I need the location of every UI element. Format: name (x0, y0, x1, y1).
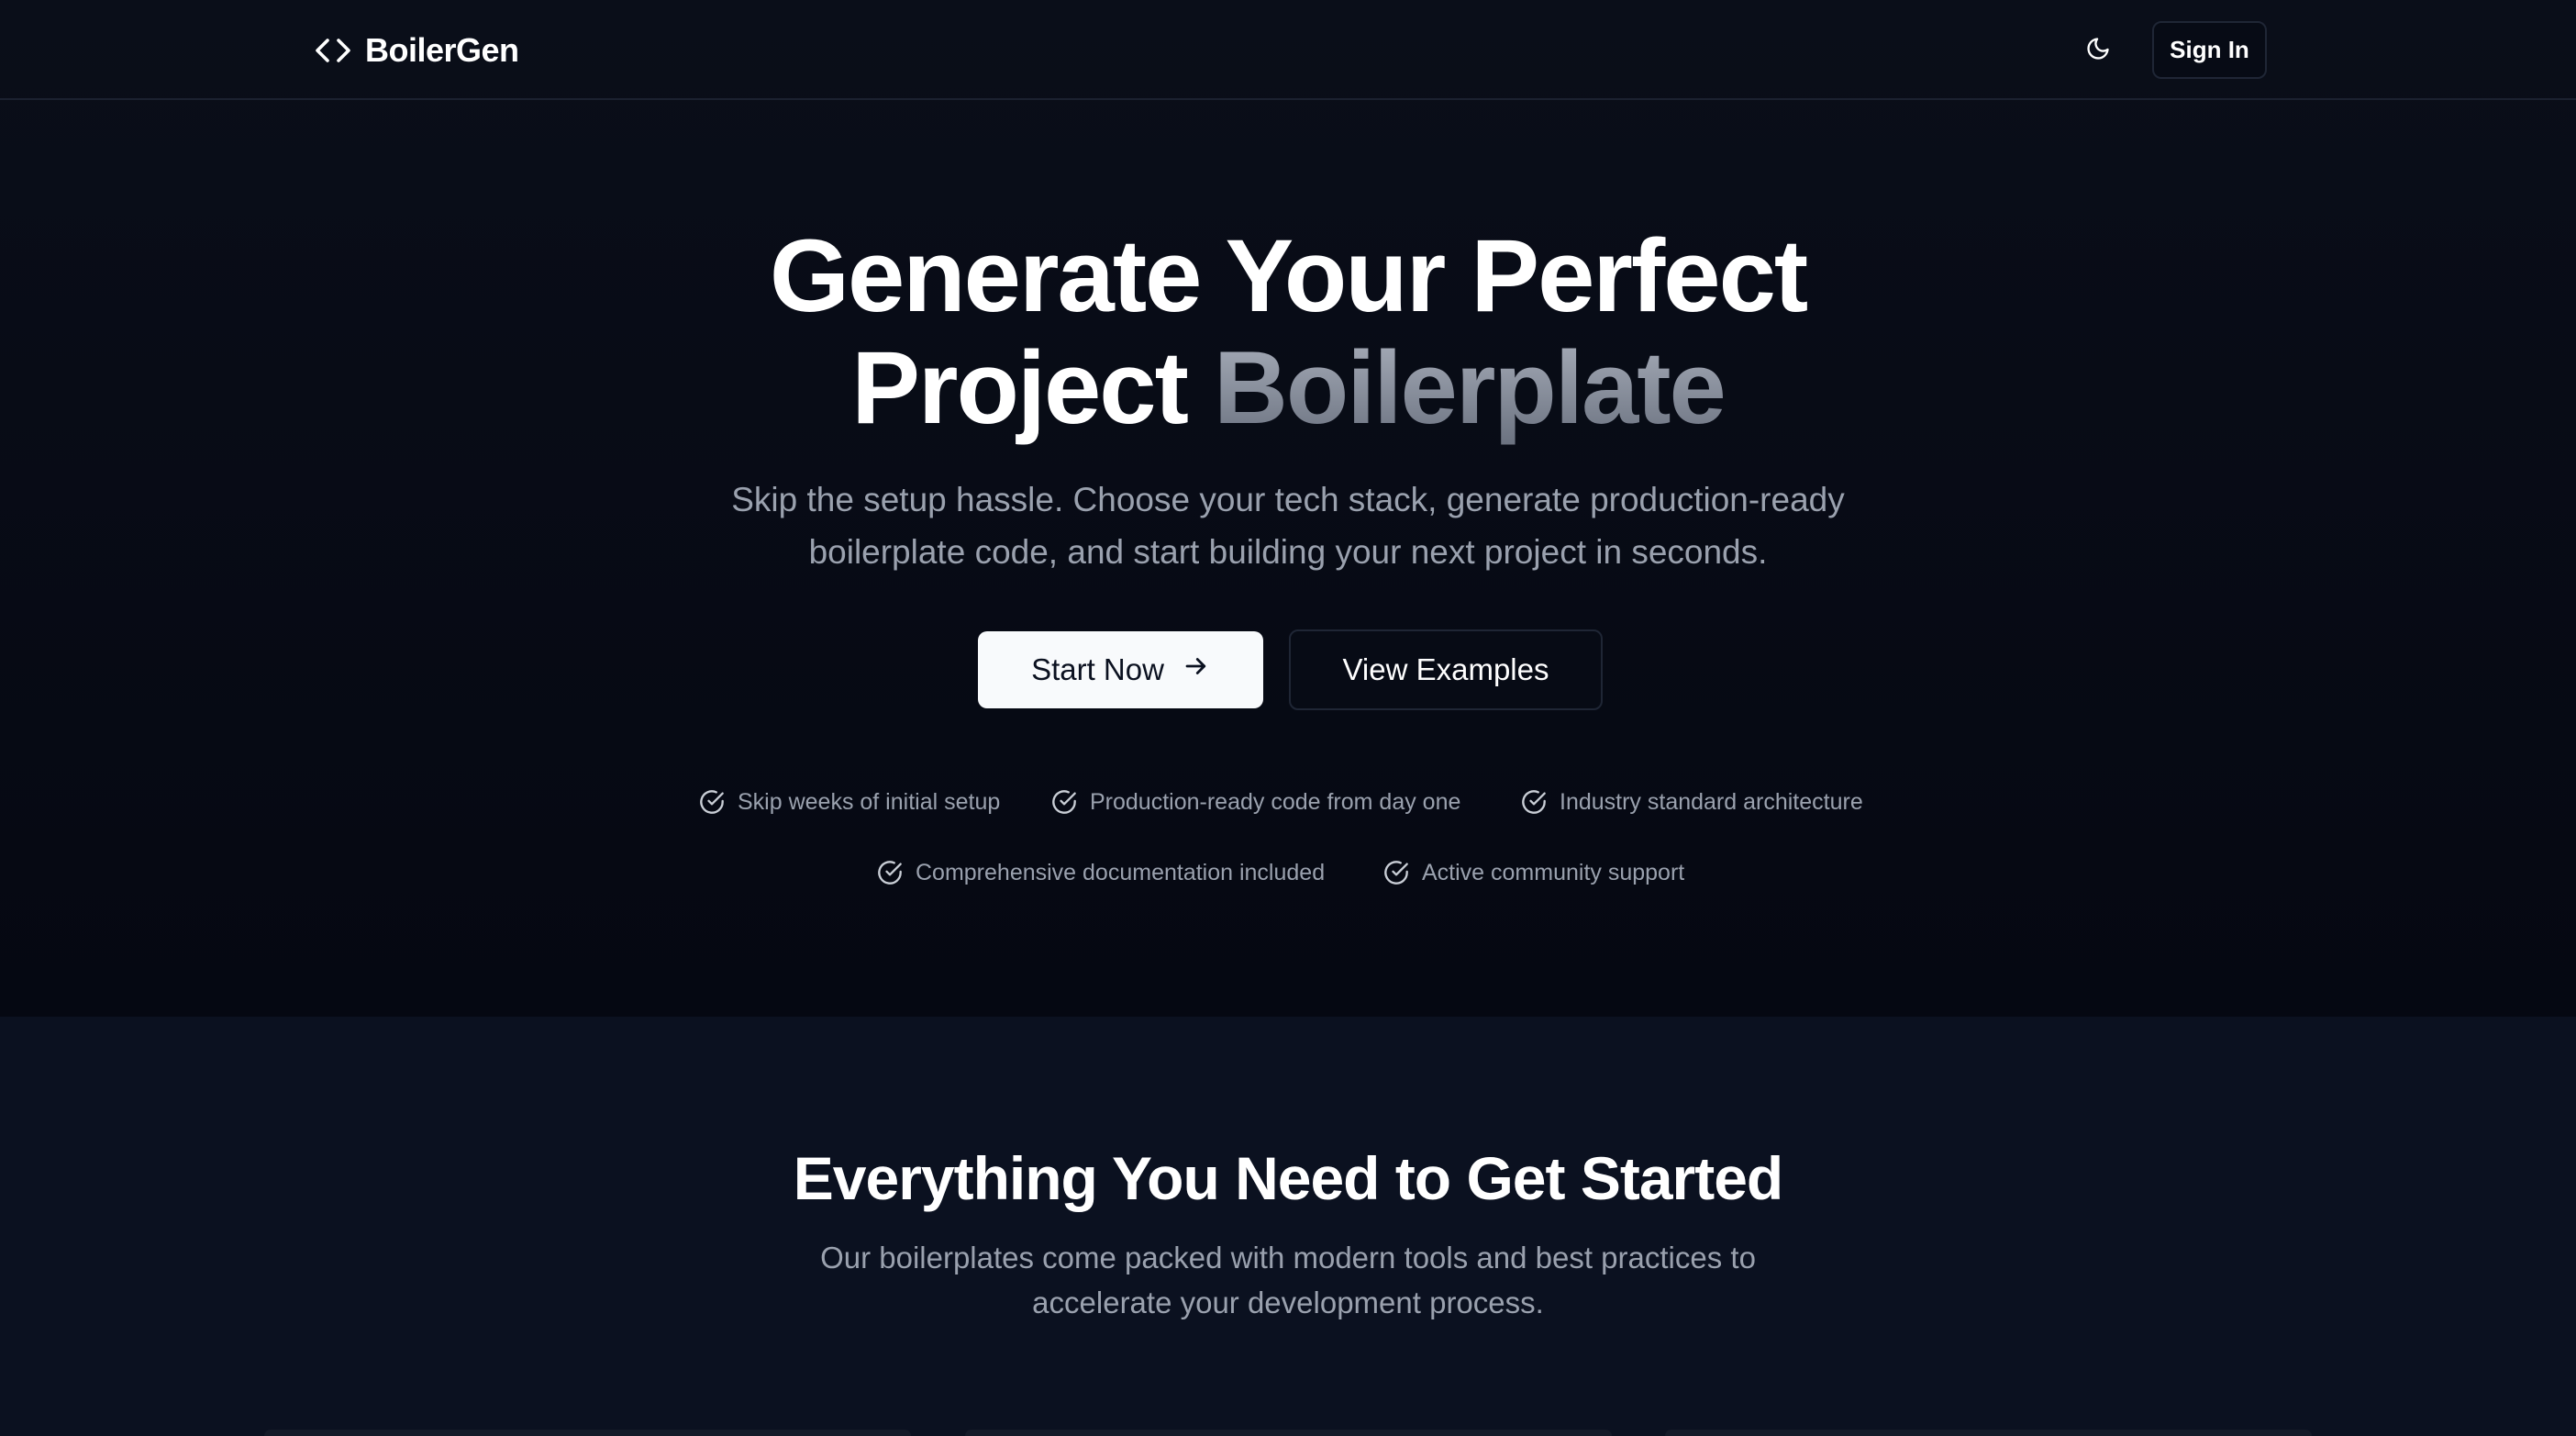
benefit-label: Comprehensive documentation included (916, 859, 1326, 885)
sign-in-button[interactable]: Sign In (2152, 21, 2267, 79)
hero-title-line2: Project (851, 330, 1214, 445)
arrow-right-icon (1183, 652, 1210, 687)
features-subtitle-line2: accelerate your development process. (1032, 1286, 1544, 1319)
benefit-item: Comprehensive documentation included (877, 854, 1325, 891)
features-title: Everything You Need to Get Started (793, 1144, 1783, 1212)
brand-name: BoilerGen (365, 31, 519, 69)
benefit-label: Active community support (1422, 859, 1685, 885)
feature-card (1665, 1430, 2312, 1436)
benefit-label: Production-ready code from day one (1090, 788, 1461, 815)
features-section (0, 1017, 2576, 1436)
navbar: BoilerGen Sign In (0, 0, 2576, 100)
features-subtitle: Our boilerplates come packed with modern… (783, 1235, 1793, 1325)
feature-card (264, 1430, 911, 1436)
hero-title: Generate Your Perfect Project Boilerplat… (0, 220, 2576, 444)
code-brackets-icon (314, 36, 352, 65)
brand-logo[interactable]: BoilerGen (314, 28, 519, 73)
benefit-item: Industry standard architecture (1521, 784, 1863, 820)
start-now-button[interactable]: Start Now (978, 631, 1263, 708)
feature-card (965, 1430, 1612, 1436)
hero-title-line1: Generate Your Perfect (769, 218, 1808, 333)
moon-icon (2085, 36, 2111, 66)
benefit-item: Active community support (1383, 854, 1684, 891)
features-subtitle-line1: Our boilerplates come packed with modern… (820, 1241, 1756, 1275)
hero-subtitle-line1: Skip the setup hassle. Choose your tech … (731, 481, 1845, 518)
benefit-item: Production-ready code from day one (1051, 784, 1460, 820)
benefit-item: Skip weeks of initial setup (699, 784, 1000, 820)
check-circle-icon (1383, 860, 1409, 885)
view-examples-button[interactable]: View Examples (1289, 629, 1603, 710)
check-circle-icon (877, 860, 903, 885)
hero-subtitle-line2: boilerplate code, and start building you… (808, 533, 1768, 571)
benefit-label: Skip weeks of initial setup (738, 788, 1001, 815)
check-circle-icon (1051, 789, 1077, 815)
start-now-label: Start Now (1031, 652, 1164, 686)
check-circle-icon (699, 789, 725, 815)
hero-subtitle: Skip the setup hassle. Choose your tech … (646, 473, 1930, 578)
check-circle-icon (1521, 789, 1547, 815)
theme-toggle-button[interactable] (2075, 28, 2121, 73)
benefit-label: Industry standard architecture (1560, 788, 1863, 815)
hero-title-accent: Boilerplate (1214, 330, 1727, 445)
